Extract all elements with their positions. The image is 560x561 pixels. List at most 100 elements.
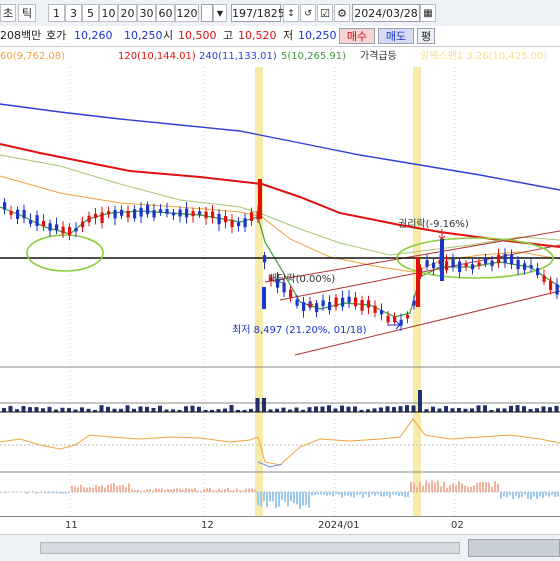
macd-bar — [548, 492, 550, 497]
period-60-button[interactable]: 60 — [156, 4, 175, 22]
calendar-icon[interactable]: ▦ — [420, 4, 436, 22]
macd-bar — [251, 489, 253, 492]
period-20-button[interactable]: 20 — [118, 4, 137, 22]
macd-bar — [470, 487, 472, 492]
tab-second[interactable]: 초 — [0, 4, 16, 22]
candle-body — [416, 257, 420, 307]
candle-body — [55, 224, 58, 230]
macd-bar — [536, 492, 538, 499]
candle-body — [335, 297, 338, 306]
macd-bar — [62, 492, 64, 494]
macd-bar — [266, 492, 268, 507]
macd-bar — [284, 492, 286, 502]
macd-bar — [44, 492, 46, 493]
legend-price-surge: 가격급등 — [360, 47, 397, 67]
candle-body — [302, 302, 305, 311]
volume-bar — [509, 406, 513, 412]
macd-bar — [380, 492, 382, 496]
eval-button[interactable]: 평 — [417, 28, 435, 44]
macd-bar — [245, 488, 247, 492]
macd-bar — [323, 492, 325, 495]
volume-bar — [347, 407, 351, 412]
candle-body — [198, 211, 201, 215]
tab-tick[interactable]: 틱 — [18, 4, 36, 22]
macd-bar — [434, 483, 436, 492]
macd-bar — [32, 491, 34, 492]
gear-icon[interactable]: ⚙ — [334, 4, 350, 22]
macd-bar — [119, 485, 121, 492]
x-tick-label: 02 — [451, 517, 464, 535]
chart-switch-icon[interactable]: ↺ — [300, 4, 316, 22]
count-field[interactable]: 197/1825 — [231, 4, 281, 22]
bid-label: 호가 — [46, 26, 66, 46]
candlesticks — [3, 179, 559, 331]
sell-button[interactable]: 매도 — [378, 28, 414, 44]
volume-bar — [399, 406, 403, 412]
macd-bar — [374, 492, 376, 496]
horizontal-scrollbar[interactable] — [40, 542, 460, 554]
period-30-button[interactable]: 30 — [137, 4, 156, 22]
scroll-thumb[interactable] — [468, 539, 560, 557]
checkbox-icon[interactable]: ☑ — [317, 4, 333, 22]
macd-bar — [107, 485, 109, 492]
period-5-button[interactable]: 5 — [82, 4, 99, 22]
macd-bar — [449, 485, 451, 492]
candle-body — [114, 210, 117, 218]
macd-bar — [524, 492, 526, 495]
macd-bar — [233, 490, 235, 492]
candle-body — [179, 210, 182, 217]
volume-bar — [184, 406, 188, 412]
period-input[interactable] — [201, 4, 213, 22]
arrow-nav-icon[interactable]: ↕ — [283, 4, 299, 22]
macd-bar — [14, 491, 16, 492]
candle-body — [426, 260, 429, 267]
macd-bar — [140, 491, 142, 492]
macd-bar — [344, 492, 346, 495]
macd-bar — [506, 492, 508, 497]
macd-bar — [92, 488, 94, 492]
buy-button[interactable]: 매수 — [339, 28, 375, 44]
period-dropdown-arrow-icon[interactable]: ▼ — [213, 4, 227, 22]
volume-bar — [444, 406, 448, 412]
period-1-button[interactable]: 1 — [48, 4, 65, 22]
volume-bar — [158, 406, 162, 412]
indicator-legend: 60(9,762.08) 120(10,144.01) 240(11,133.0… — [0, 47, 560, 67]
candle-body — [530, 265, 533, 268]
period-10-button[interactable]: 10 — [99, 4, 118, 22]
macd-bar — [341, 492, 343, 498]
macd-bar — [221, 490, 223, 492]
macd-bar — [305, 492, 307, 505]
period-120-button[interactable]: 120 — [175, 4, 199, 22]
candle-body — [406, 315, 409, 318]
macd-bar — [515, 492, 517, 496]
price-chart[interactable]: 권리락(-9.16%) 배당락(0.00%) 최저 8,497 (21.20%,… — [0, 67, 560, 516]
candle-body — [81, 222, 84, 228]
volume-bar — [392, 407, 396, 412]
volume-bar — [80, 407, 84, 412]
volume-bar — [295, 408, 299, 412]
candle-body — [296, 299, 299, 305]
macd-bar — [308, 492, 310, 508]
candle-body — [289, 290, 292, 298]
macd-bar — [383, 492, 385, 497]
legend-ma120: 120(10,144.01) — [118, 47, 196, 67]
macd-bar — [71, 486, 73, 492]
macd-bar — [401, 492, 403, 496]
candle-body — [62, 227, 65, 234]
macd-bar — [413, 482, 415, 492]
macd-bar — [311, 492, 313, 495]
macd-bar — [428, 483, 430, 492]
macd-bar — [290, 492, 292, 501]
macd-bar — [347, 492, 349, 496]
macd-bar — [557, 492, 559, 496]
macd-bar — [200, 491, 202, 492]
open-value: 10,500 — [178, 26, 217, 46]
candle-body — [491, 261, 494, 266]
macd-bar — [299, 492, 301, 509]
macd-bar — [179, 489, 181, 492]
macd-bar — [185, 488, 187, 492]
macd-bar — [485, 482, 487, 492]
period-3-button[interactable]: 3 — [65, 4, 82, 22]
date-input[interactable]: 2024/03/28 — [352, 4, 420, 22]
macd-bar — [527, 492, 529, 499]
